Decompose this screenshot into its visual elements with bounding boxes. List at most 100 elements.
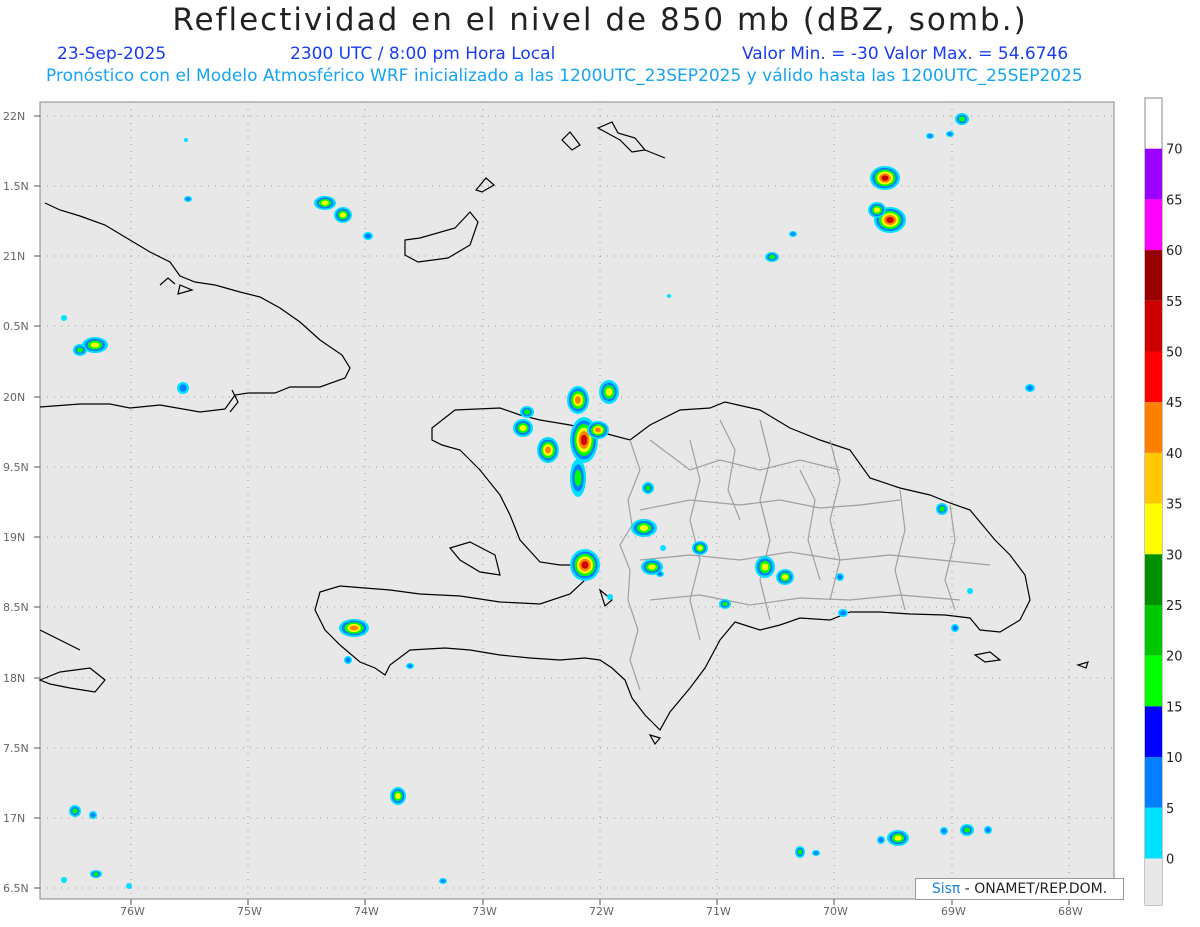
colorbar-label: 25 (1166, 599, 1183, 614)
colorbar-label: 10 (1166, 751, 1183, 766)
echo-cell (90, 812, 96, 818)
colorbar-swatch (1145, 605, 1162, 656)
echo-cell (797, 849, 803, 855)
lat-label: 19N (3, 531, 25, 544)
echo-cell (874, 207, 880, 213)
echo-cell (660, 545, 666, 551)
echo-cell (894, 835, 902, 841)
lat-label: 22N (3, 110, 25, 123)
echo-cell (184, 138, 188, 142)
echo-cell (881, 175, 889, 181)
lon-label: 69W (941, 905, 966, 918)
colorbar-label: 40 (1166, 447, 1183, 462)
colorbar-label: 0 (1166, 853, 1174, 868)
echo-cell (837, 574, 843, 580)
echo-cell (77, 347, 83, 353)
echo-cell (722, 601, 728, 607)
lon-label: 70W (823, 905, 848, 918)
echo-cell (1027, 385, 1033, 391)
lon-label: 73W (472, 905, 497, 918)
echo-cell (657, 572, 663, 576)
echo-cell (580, 434, 588, 446)
echo-cell (645, 485, 651, 491)
colorbar-swatch (1145, 199, 1162, 251)
colorbar-swatch (1145, 402, 1162, 453)
colorbar-label: 55 (1166, 295, 1183, 310)
colorbar-label: 35 (1166, 498, 1183, 513)
echo-cell (179, 384, 187, 392)
echo-cell (126, 883, 132, 889)
echo-cell (941, 828, 947, 834)
echo-cell (840, 610, 846, 616)
echo-cell (395, 793, 401, 799)
colorbar-swatch (1145, 757, 1162, 808)
echo-cell (959, 116, 965, 122)
sispi-logo-text: Sisπ (931, 881, 961, 897)
colorbar-label: 70 (1166, 143, 1183, 158)
lat-label: 7.5N (3, 742, 29, 755)
colorbar-label: 5 (1166, 802, 1174, 817)
echo-cell (365, 233, 371, 239)
echo-cell (927, 134, 933, 138)
colorbar-swatch (1145, 807, 1162, 859)
echo-cell (607, 594, 613, 600)
echo-cell (967, 588, 973, 594)
echo-cell (985, 827, 991, 833)
colorbar-swatch (1145, 554, 1162, 605)
colorbar: 7065605550454035302520151050 (1144, 97, 1183, 906)
lat-label: 18N (3, 672, 25, 685)
echo-cell (595, 427, 601, 433)
credit-text: - ONAMET/REP.DOM. (964, 881, 1108, 897)
echo-cell (321, 200, 329, 206)
lon-label: 76W (120, 905, 145, 918)
echo-cell (813, 851, 819, 855)
echo-cell (878, 837, 884, 843)
lat-label: 0.5N (3, 320, 29, 333)
echo-cell (345, 657, 351, 663)
credit-box: Sisπ - ONAMET/REP.DOM. (915, 878, 1124, 900)
colorbar-swatch (1145, 706, 1162, 758)
lat-label: 17N (3, 812, 25, 825)
echo-cell (340, 212, 346, 218)
echo-cell (407, 664, 413, 668)
colorbar-label: 20 (1166, 650, 1183, 665)
echo-cell (769, 254, 775, 260)
echo-cell (648, 564, 656, 570)
colorbar-swatch (1145, 148, 1162, 200)
echo-cell (93, 872, 99, 876)
echo-cell (90, 342, 100, 348)
echo-cell (952, 625, 958, 631)
echo-cell (639, 525, 649, 531)
colorbar-label: 60 (1166, 244, 1183, 259)
lat-label: 6.5N (3, 882, 29, 895)
echo-cell (524, 409, 530, 415)
echo-cell (782, 574, 788, 580)
echo-cell (697, 545, 703, 551)
colorbar-label: 50 (1166, 346, 1183, 361)
echo-cell (790, 232, 796, 236)
echo-cell (886, 217, 894, 223)
lat-label: 1.5N (3, 180, 29, 193)
echo-cell (72, 808, 78, 814)
colorbar-swatch (1145, 452, 1162, 504)
colorbar-swatch (1145, 250, 1162, 301)
colorbar-swatch (1145, 858, 1162, 905)
lon-label: 71W (706, 905, 731, 918)
map-plot-area (39, 101, 1115, 900)
lon-label: 74W (354, 905, 379, 918)
echo-cell (545, 446, 551, 454)
colorbar-swatch (1145, 300, 1162, 352)
echo-cell (61, 877, 67, 883)
echo-cell (440, 879, 446, 883)
echo-cell (185, 197, 191, 201)
echo-cell (574, 469, 582, 487)
echo-cell (605, 388, 613, 396)
echo-cell (947, 132, 953, 136)
echo-cell (939, 506, 945, 512)
echo-cell (575, 396, 581, 404)
colorbar-label: 65 (1166, 193, 1183, 208)
lon-label: 72W (589, 905, 614, 918)
lon-label: 75W (237, 905, 262, 918)
colorbar-label: 15 (1166, 700, 1183, 715)
lat-label: 9.5N (3, 461, 29, 474)
